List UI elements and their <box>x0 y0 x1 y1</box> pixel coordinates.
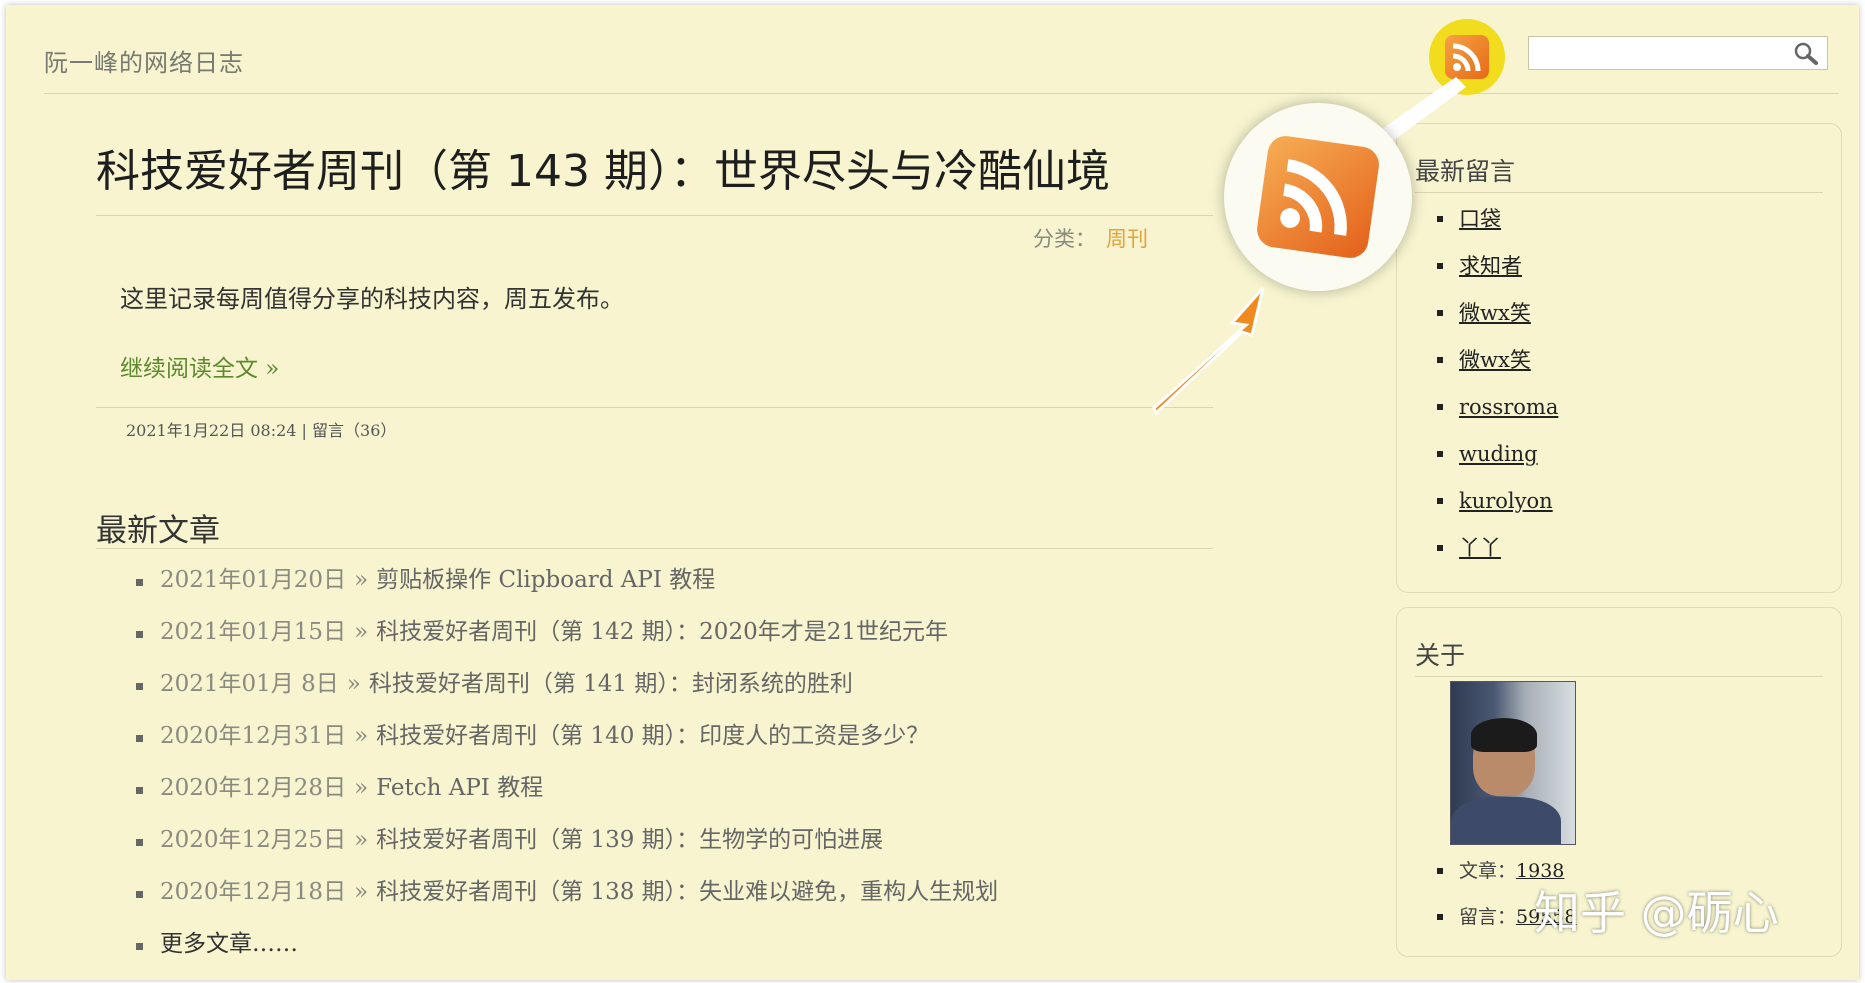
annotation-overlay <box>1152 77 1466 416</box>
rss-icon-enlarged <box>1254 133 1382 261</box>
magnifier-callout <box>1224 103 1412 291</box>
page-frame: 阮一峰的网络日志 科技爱好者周刊（第 143 期）：世界尽头与冷酷仙境 分类：周… <box>6 5 1859 980</box>
arrow-icon <box>1152 287 1265 416</box>
zhihu-watermark: 知乎 @砺心 <box>1534 886 1779 940</box>
